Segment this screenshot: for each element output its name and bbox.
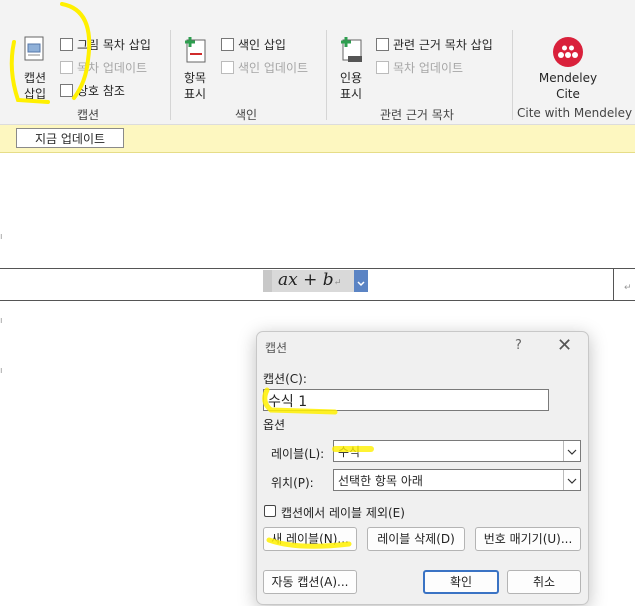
equation-operator: + xyxy=(297,270,323,290)
group-separator xyxy=(326,30,327,120)
mark-entry-icon xyxy=(185,37,206,63)
autocaption-button[interactable]: 자동 캡션(A)... xyxy=(263,570,357,594)
chevron-down-icon[interactable] xyxy=(563,470,580,490)
paragraph-mark: ı xyxy=(0,366,3,376)
toa-group-label: 관련 근거 목차 xyxy=(380,108,454,122)
ok-button[interactable]: 확인 xyxy=(423,570,499,594)
mendeley-icon xyxy=(553,37,583,67)
numbering-button[interactable]: 번호 매기기(U)... xyxy=(475,527,581,551)
equation-paragraph-mark: ↵ xyxy=(333,278,342,288)
mark-citation-button[interactable]: 인용 표시 xyxy=(334,34,368,104)
dialog-title: 캡션 xyxy=(265,341,288,355)
label-field-label: 레이블(L): xyxy=(271,447,325,461)
position-select[interactable]: 선택한 항목 아래 xyxy=(333,469,581,491)
position-field-label: 위치(P): xyxy=(271,476,314,490)
equation-term-a: ax xyxy=(278,270,298,290)
equation-text[interactable]: ax + b↵ xyxy=(278,270,341,290)
caption-field-label: 캡션(C): xyxy=(263,372,307,386)
label-select[interactable]: 수식 xyxy=(333,440,581,462)
mendeley-group-label: Cite with Mendeley xyxy=(517,106,633,120)
insert-toa-button[interactable]: 관련 근거 목차 삽입 xyxy=(376,36,493,53)
update-toa-label: 목차 업데이트 xyxy=(393,61,464,75)
cell-end-mark: ↵ xyxy=(624,283,632,293)
update-toa-icon xyxy=(376,61,389,74)
insert-index-label: 색인 삽입 xyxy=(238,38,286,52)
update-index-label: 색인 업데이트 xyxy=(238,61,309,75)
equation-handle[interactable] xyxy=(263,270,272,292)
mark-citation-label-1: 인용 xyxy=(339,71,363,85)
mark-entry-button[interactable]: 항목 표시 xyxy=(178,34,212,104)
table-cell-divider xyxy=(613,268,614,301)
update-now-button[interactable]: 지금 업데이트 xyxy=(16,128,124,148)
label-select-value: 수식 xyxy=(338,445,361,459)
paragraph-mark: ı xyxy=(0,316,3,326)
new-label-button[interactable]: 새 레이블(N)... xyxy=(263,527,357,551)
mendeley-label-2: Cite xyxy=(556,87,580,101)
close-icon[interactable]: ✕ xyxy=(557,335,572,356)
group-separator xyxy=(512,30,513,120)
exclude-label-text: 캡션에서 레이블 제외(E) xyxy=(281,506,405,520)
cancel-button[interactable]: 취소 xyxy=(507,570,581,594)
mark-entry-label-2: 표시 xyxy=(183,87,207,101)
mark-citation-icon xyxy=(341,37,362,62)
update-index-button[interactable]: 색인 업데이트 xyxy=(221,59,308,76)
table-border-bottom xyxy=(0,300,635,301)
message-bar: 지금 업데이트 xyxy=(0,125,635,153)
group-separator xyxy=(170,30,171,120)
position-select-value: 선택한 항목 아래 xyxy=(338,474,423,488)
caption-input[interactable]: 수식 1 xyxy=(263,389,549,411)
chevron-down-icon[interactable] xyxy=(563,441,580,461)
exclude-label-checkbox[interactable] xyxy=(264,505,276,517)
table-border-top xyxy=(0,268,635,269)
help-icon[interactable]: ? xyxy=(515,338,522,353)
insert-index-icon xyxy=(221,38,234,51)
mark-entry-label-1: 항목 xyxy=(183,71,207,85)
mendeley-cite-button[interactable]: Mendeley Cite xyxy=(530,34,606,104)
index-group-label: 색인 xyxy=(235,108,258,122)
insert-index-button[interactable]: 색인 삽입 xyxy=(221,36,286,53)
options-label: 옵션 xyxy=(263,418,286,432)
insert-toa-label: 관련 근거 목차 삽입 xyxy=(393,38,493,52)
update-index-icon xyxy=(221,61,234,74)
caption-dialog: 캡션 ? ✕ 캡션(C): 수식 1 옵션 레이블(L): 수식 위치(P): … xyxy=(256,331,589,605)
caption-input-value: 수식 1 xyxy=(268,394,308,410)
equation-options-dropdown[interactable] xyxy=(354,270,368,292)
equation-term-b: b xyxy=(322,270,334,290)
ribbon: 캡션 삽입 그림 목차 삽입 목차 업데이트 상호 참조 캡션 항목 표시 색인… xyxy=(0,0,635,125)
highlight-annotation xyxy=(9,2,92,104)
mark-citation-label-2: 표시 xyxy=(339,87,363,101)
chevron-down-icon xyxy=(357,281,365,287)
insert-toa-icon xyxy=(376,38,389,51)
mendeley-label-1: Mendeley xyxy=(538,71,598,85)
paragraph-mark: ı xyxy=(0,232,3,242)
update-toa-button[interactable]: 목차 업데이트 xyxy=(376,59,463,76)
delete-label-button[interactable]: 레이블 삭제(D) xyxy=(367,527,465,551)
